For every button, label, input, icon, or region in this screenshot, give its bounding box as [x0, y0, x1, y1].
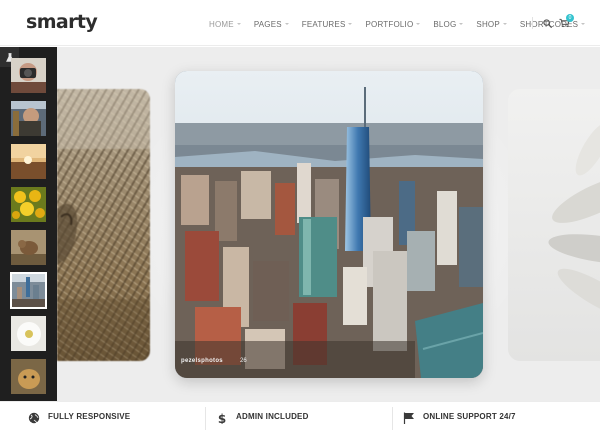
- thumbnail-sunset-landscape[interactable]: [11, 144, 46, 179]
- thumbnail-image: [11, 273, 46, 308]
- dollar-icon: $: [218, 412, 226, 424]
- thumbnail-image: [11, 359, 46, 394]
- flag-icon: [403, 412, 414, 424]
- site-header: smarty HOME PAGES FEATURES PORTFOLIO BLO…: [0, 0, 600, 46]
- svg-text:$: $: [218, 412, 226, 424]
- thumbnail-image: [11, 187, 46, 222]
- chevron-down-icon: [581, 23, 586, 25]
- site-logo[interactable]: smarty: [26, 11, 98, 33]
- cart-count-badge: 0: [566, 14, 574, 22]
- next-slide[interactable]: [508, 89, 600, 361]
- chevron-down-icon: [348, 23, 353, 25]
- thumbnail-yellow-flowers[interactable]: [11, 187, 46, 222]
- chevron-down-icon: [416, 23, 421, 25]
- photo-likes: 26: [240, 358, 247, 364]
- main-slide[interactable]: pezelsphotos 26: [175, 71, 483, 378]
- chevron-down-icon: [236, 23, 241, 25]
- feature-online-support: ONLINE SUPPORT 24/7: [403, 409, 516, 430]
- nav-item-features[interactable]: FEATURES: [302, 18, 353, 30]
- nav-item-blog[interactable]: BLOG: [433, 18, 464, 30]
- main-slide-image: [175, 71, 483, 378]
- globe-icon: [28, 412, 40, 424]
- nav-item-home[interactable]: HOME: [209, 18, 241, 30]
- thumbnail-city-aerial[interactable]: [10, 272, 47, 309]
- nav-divider: [532, 17, 533, 29]
- feature-divider: [205, 407, 206, 430]
- feature-admin-included: $ ADMIN INCLUDED: [216, 409, 309, 430]
- nav-item-shortcodes[interactable]: SHORTCODES: [520, 18, 586, 30]
- features-bar: FULLY RESPONSIVE $ ADMIN INCLUDED ONLINE…: [0, 401, 600, 430]
- feature-fully-responsive: FULLY RESPONSIVE: [28, 409, 130, 430]
- thumbnail-image: [11, 144, 46, 179]
- nav-item-portfolio[interactable]: PORTFOLIO: [365, 18, 421, 30]
- search-icon[interactable]: [543, 19, 552, 28]
- feature-divider: [392, 407, 393, 430]
- main-nav: HOME PAGES FEATURES PORTFOLIO BLOG SHOP …: [209, 18, 598, 30]
- thumbnail-white-flower[interactable]: [11, 316, 46, 351]
- thumbnail-woman-portrait[interactable]: [11, 101, 46, 136]
- nav-item-pages[interactable]: PAGES: [254, 18, 289, 30]
- thumbnail-strip: [0, 47, 57, 401]
- thumbnail-image: [11, 230, 46, 265]
- thumbnail-image: [11, 58, 46, 93]
- feature-title: FULLY RESPONSIVE: [48, 412, 131, 421]
- thumbnail-squirrel[interactable]: [11, 230, 46, 265]
- feature-title: ONLINE SUPPORT 24/7: [423, 412, 516, 421]
- chevron-down-icon: [502, 23, 507, 25]
- nav-item-shop[interactable]: SHOP: [476, 18, 507, 30]
- thumbnail-image: [11, 316, 46, 351]
- thumbnail-dog[interactable]: [11, 359, 46, 394]
- chevron-down-icon: [284, 23, 289, 25]
- chevron-down-icon: [459, 23, 464, 25]
- next-slide-image: [548, 122, 600, 320]
- previous-slide-image: [57, 89, 150, 361]
- thumbnail-camera-photographer[interactable]: [11, 58, 46, 93]
- previous-slide[interactable]: [57, 89, 150, 361]
- feature-title: ADMIN INCLUDED: [236, 412, 309, 421]
- photo-credit: pezelsphotos: [181, 358, 223, 364]
- hero-slider: pezelsphotos 26: [0, 47, 600, 401]
- thumbnail-image: [11, 101, 46, 136]
